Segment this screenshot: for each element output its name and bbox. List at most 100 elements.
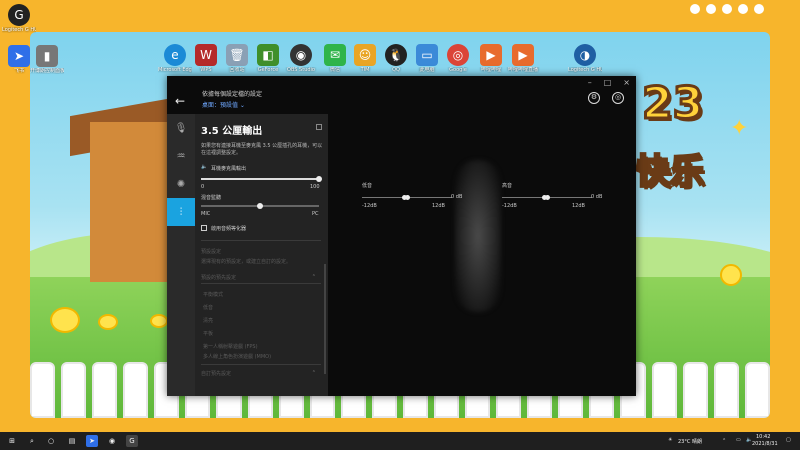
rail-waveform-icon[interactable]: ♒ [167,142,195,170]
output-settings-panel: 3.5 公厘輸出 如果您有連接耳機至麥克風 3.5 公厘插孔的耳機，可以在這裡調… [195,114,328,396]
desktop-icon-recycle[interactable]: 🗑 回收站 [220,44,254,73]
chick [150,314,168,328]
desktop-icon-label: 微信 [329,67,340,73]
desktop-icon-bilibili[interactable]: ▶ 哔哩哔哩 [474,44,508,73]
desktop-icon-chrome[interactable]: ◎ Google [441,44,475,73]
preset-item[interactable]: 第一人稱射擊遊戲 (FPS) [203,343,258,350]
preset-description: 選擇現有的預設定，或建立自訂的設定。 [201,259,292,265]
settings-gear-icon[interactable]: ⚙ [588,92,600,104]
preset-item[interactable]: 平衡模式 [203,291,223,298]
back-arrow-icon[interactable]: ← [175,94,185,108]
chick [50,307,80,333]
rail-microphone-icon[interactable]: 🎙 [167,114,195,142]
desktop-icon-edge[interactable]: e Microsoft Edge [158,44,192,73]
mix-left-label: MIC [201,211,211,217]
preset-group-label[interactable]: 預設的預先設定 [201,274,236,281]
desktop-icon-tim[interactable]: ☺ TIM [348,44,382,73]
minimize-button[interactable]: – [588,78,592,87]
headphone-volume-slider[interactable] [201,176,322,182]
desktop-icon-label: 开博朗控制面板 [30,68,64,74]
wallpaper-number: 23 [640,77,704,131]
lock-icon [316,124,322,130]
desktop-icon-obs[interactable]: ◉ OBS Studio [284,44,318,73]
desktop-icon-label: QQ [392,67,400,73]
edge-icon: e [164,44,186,66]
profile-mode-label: 依據每個設定檔的設定 [202,91,263,98]
desktop-icon-qq[interactable]: 🐧 QQ [379,44,413,73]
eq-bass-value-knob[interactable] [404,195,410,200]
profile-selector[interactable]: 桌面：預設值 ⌄ [202,100,245,109]
close-button[interactable]: × [623,78,630,87]
tim-icon: ☺ [354,44,376,66]
chrome-icon: ◎ [447,44,469,66]
weather-icon[interactable]: ☀ [668,437,672,443]
bilibili-icon: ▶ [480,44,502,66]
desktop-icon-label: WPS [200,67,212,73]
account-icon[interactable]: ◎ [612,92,624,104]
feishu-taskbar-icon[interactable]: ➤ [86,435,98,447]
preset-item[interactable]: 多人線上角色扮演遊戲 (MMO) [203,353,271,360]
windows-start-icon[interactable]: ⊞ [6,435,18,447]
desktop-icon-wps[interactable]: W WPS [189,44,223,73]
slider-knob[interactable] [257,203,263,209]
slider-knob[interactable] [316,176,322,182]
eq-bass-min: -12dB [362,203,377,209]
eq-treble-label: 高音 [502,183,513,189]
window-controls: – □ × [588,78,630,87]
task-view-icon[interactable]: ○ [45,435,57,447]
chevron-up-icon[interactable]: ⌃ [312,370,316,376]
desktop-icon-ghub-2[interactable]: ◑ Logitech G HUB [568,44,602,73]
headphone-icon: 🔈 [201,164,208,170]
preset-item[interactable]: 清亮 [203,317,213,324]
desktop-icon-bilibili-live[interactable]: ▶ 哔哩哔哩直播 [506,44,540,73]
maximize-button[interactable]: □ [604,78,612,87]
clock-time[interactable]: 10:42 [756,434,770,440]
eq-bass-max: 12dB [432,203,445,209]
decor-dots [690,4,764,14]
trash-icon: 🗑 [226,44,248,66]
network-icon[interactable]: ▭ [736,437,741,443]
wps-icon: W [195,44,217,66]
custom-group-label[interactable]: 自訂預先設定 [201,370,231,377]
desktop-icon-ghub[interactable]: G Logitech G HUB [2,4,36,33]
desktop-icon-wechat[interactable]: ✉ 微信 [318,44,352,73]
eq-treble-value-knob[interactable] [544,195,550,200]
microphone-image [455,160,501,312]
rail-equalizer-icon[interactable]: ⫶ [167,198,195,226]
wechat-icon: ✉ [324,44,346,66]
chick [720,264,742,286]
search-icon[interactable]: ⌕ [26,435,38,447]
eq-checkbox[interactable] [201,225,207,231]
obs-taskbar-icon[interactable]: ◉ [106,435,118,447]
desktop-icon-geforce[interactable]: ◧ GeForce [251,44,285,73]
clock-date[interactable]: 2021/8/31 [752,441,778,447]
notification-icon[interactable]: ▢ [786,437,791,443]
desktop-icon-control[interactable]: ▮ 开博朗控制面板 [30,45,64,74]
chick [98,314,118,330]
ghub-icon: G [8,4,30,26]
eq-checkbox-label: 啟用音頻等化器 [211,226,247,232]
desktop-icon-label: 哔哩哔哩 [480,67,501,73]
rail-lighting-icon[interactable]: ✺ [167,170,195,198]
tray-chevron-icon[interactable]: ⌃ [722,438,726,444]
preset-item[interactable]: 低音 [203,304,213,311]
desktop-icon-label: Logitech G HUB [2,27,36,33]
chevron-up-icon[interactable]: ⌃ [312,274,316,280]
slider-fill [201,178,319,180]
mix-slider[interactable] [201,203,319,209]
volume-max: 100 [310,184,320,190]
eq-bass-label: 低音 [362,183,373,189]
eq-treble-value: 0 dB [591,194,603,200]
computer-icon: ▭ [416,44,438,66]
divider [201,283,321,284]
desktop-icon-label: 此电脑 [419,67,435,73]
preset-item[interactable]: 平板 [203,330,213,337]
desktop-icon-label: GeForce [257,67,279,73]
weather-text[interactable]: 23°C 晴朗 [678,438,702,445]
panel-scrollbar[interactable] [324,264,326,374]
desktop-icon-label: Logitech G HUB [568,67,602,73]
file-explorer-icon[interactable]: ▤ [66,435,78,447]
panel-title: 3.5 公厘輸出 [201,126,263,137]
desktop-icon-pc[interactable]: ▭ 此电脑 [410,44,444,73]
ghub-taskbar-icon[interactable]: G [126,435,138,447]
